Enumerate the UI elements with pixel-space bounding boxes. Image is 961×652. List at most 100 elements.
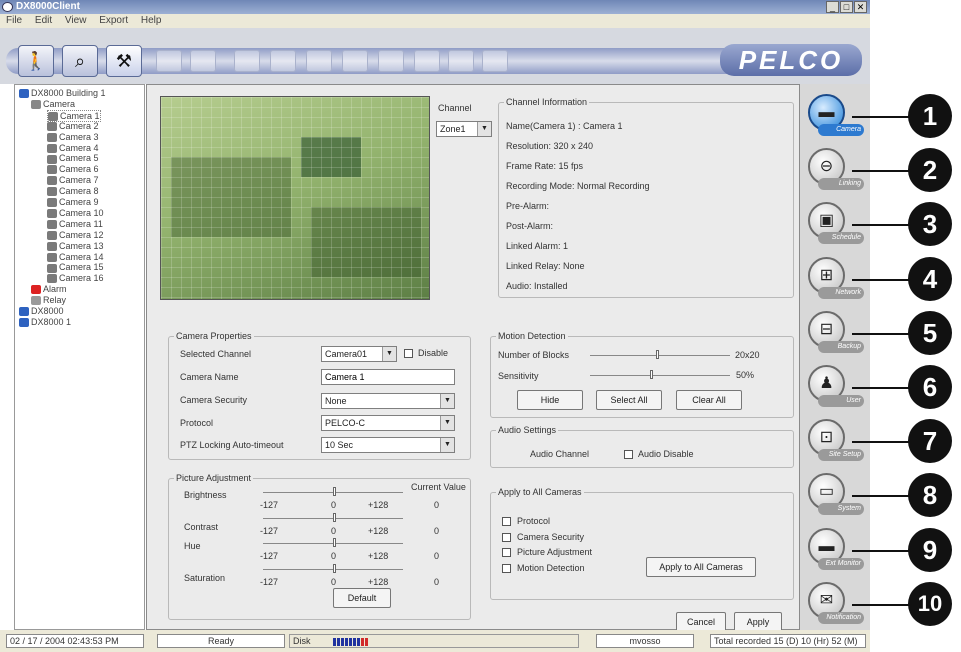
tree-camera-item[interactable]: Camera 2 xyxy=(47,121,99,131)
notification-button[interactable]: ✉ Notification xyxy=(806,581,864,632)
tree-camera-item[interactable]: Camera 11 xyxy=(47,219,103,229)
tree-camera-item[interactable]: Camera 9 xyxy=(47,197,99,208)
motion-grid[interactable] xyxy=(161,97,429,299)
sensitivity-label: Sensitivity xyxy=(498,371,539,381)
chevron-down-icon: ▼ xyxy=(477,122,491,136)
cancel-button[interactable]: Cancel xyxy=(676,612,726,632)
linking-button[interactable]: ⊖ Linking xyxy=(806,148,864,198)
audio-disable-checkbox[interactable] xyxy=(624,450,633,459)
picture-contrast-thumb[interactable] xyxy=(333,512,336,522)
picture-hue-thumb[interactable] xyxy=(333,538,336,547)
menu-help[interactable]: Help xyxy=(141,15,162,26)
picture-saturation-thumb[interactable] xyxy=(333,563,336,573)
tree-camera-item[interactable]: Camera 5 xyxy=(47,153,99,164)
tree-camera-item[interactable]: Camera 14 xyxy=(47,252,104,262)
tree-server-label: DX8000 1 xyxy=(31,316,72,327)
apply-motion-detection-checkbox[interactable] xyxy=(502,563,511,573)
menu-edit[interactable]: Edit xyxy=(35,15,52,26)
sensitivity-slider[interactable] xyxy=(590,375,730,376)
tree-camera-item[interactable]: Camera 7 xyxy=(47,175,99,186)
picture-min-label: -127 xyxy=(260,576,279,587)
picture-mid-label: 0 xyxy=(331,525,337,536)
badge-leader-line xyxy=(852,441,910,444)
menu-view[interactable]: View xyxy=(65,15,87,26)
tree-server[interactable]: DX8000 xyxy=(19,306,64,317)
picture-mid-label: 0 xyxy=(331,576,337,587)
schedule-button[interactable]: ▣ Schedule xyxy=(806,202,864,252)
tree-camera-group-label: Camera xyxy=(43,98,76,109)
status-ready: Ready xyxy=(157,634,285,648)
person-icon[interactable]: 🚶 xyxy=(18,45,54,77)
site-setup-button[interactable]: ⊡ Site Setup xyxy=(806,419,864,469)
blocks-slider-thumb[interactable] xyxy=(656,350,659,359)
camera-name-field[interactable]: Camera 1 xyxy=(321,369,455,385)
tree-camera-group[interactable]: Camera xyxy=(31,98,76,110)
tree-camera-item[interactable]: Camera 16 xyxy=(47,273,104,284)
backup-button[interactable]: ⊟ Backup xyxy=(806,310,864,361)
system-button[interactable]: ▭ System xyxy=(806,473,864,523)
tree-relay[interactable]: Relay xyxy=(31,295,66,306)
tree-alarm[interactable]: Alarm xyxy=(31,284,67,295)
tree-camera-item[interactable]: Camera 10 xyxy=(47,208,104,219)
maximize-button[interactable]: □ xyxy=(840,1,853,13)
channel-select[interactable]: Zone1 ▼ xyxy=(436,121,492,137)
badge-leader-line xyxy=(852,170,910,173)
apply-picture-adjustment-checkbox[interactable] xyxy=(502,548,511,557)
tree-camera-item[interactable]: Camera 13 xyxy=(47,241,104,251)
tree-root-icon xyxy=(19,89,29,99)
blocks-slider[interactable] xyxy=(590,355,730,356)
side-button-label: Linking xyxy=(818,178,864,191)
tree-camera-item[interactable]: Camera 3 xyxy=(47,132,99,142)
minimize-button[interactable]: _ xyxy=(826,1,839,13)
channel-info-line: Linked Relay: None xyxy=(506,261,585,271)
sensitivity-slider-thumb[interactable] xyxy=(650,370,653,379)
tree-camera-item-label: Camera 16 xyxy=(59,273,104,284)
layout-custom-icon xyxy=(378,50,404,72)
apply-camera-security-checkbox[interactable] xyxy=(502,532,511,542)
tree-camera-item[interactable]: Camera 12 xyxy=(47,230,104,240)
tree-camera-item[interactable]: Camera 15 xyxy=(47,262,104,273)
callout-badge: 4 xyxy=(908,256,952,301)
apply-all-title: Apply to All Cameras xyxy=(496,487,584,498)
channel-info-line: Frame Rate: 15 fps xyxy=(506,161,584,171)
tree-camera-item[interactable]: Camera 6 xyxy=(47,164,99,175)
network-button[interactable]: ⊞ Network xyxy=(806,256,864,307)
menu-export[interactable]: Export xyxy=(99,15,128,26)
picture-brightness-thumb[interactable] xyxy=(333,487,336,496)
select-all-button[interactable]: Select All xyxy=(596,390,662,410)
tree-camera-item-label: Camera 7 xyxy=(59,175,99,186)
chevron-down-icon: ▼ xyxy=(382,347,396,361)
close-button[interactable]: ✕ xyxy=(854,1,867,13)
protocol-select[interactable]: PELCO-C ▼ xyxy=(321,415,455,431)
tree-root-label: DX8000 Building 1 xyxy=(31,88,106,98)
disable-checkbox[interactable] xyxy=(404,349,413,358)
tools-icon[interactable]: ⚒ xyxy=(106,45,142,77)
tree-server[interactable]: DX8000 1 xyxy=(19,316,72,328)
menu-bar: File Edit View Export Help xyxy=(0,14,870,28)
tree-root[interactable]: DX8000 Building 1 xyxy=(19,88,106,99)
tree-camera-item[interactable]: Camera 4 xyxy=(47,143,99,153)
apply-all-cameras-button[interactable]: Apply to All Cameras xyxy=(646,557,756,577)
camera-security-select[interactable]: None ▼ xyxy=(321,393,455,409)
apply-protocol-checkbox[interactable] xyxy=(502,517,511,526)
camera-button[interactable]: ▬ Camera xyxy=(806,94,864,144)
device-tree[interactable]: DX8000 Building 1 Camera Camera 1 Camera 2C… xyxy=(14,84,145,630)
layout-4-icon xyxy=(270,50,296,72)
menu-file[interactable]: File xyxy=(6,15,22,26)
ptz-timeout-select[interactable]: 10 Sec ▼ xyxy=(321,437,455,453)
disk-usage-meter xyxy=(333,635,369,647)
sensitivity-value: 50% xyxy=(736,370,755,380)
selected-channel-select[interactable]: Camera01 ▼ xyxy=(321,346,397,362)
title-bar: DX8000Client xyxy=(0,0,870,14)
search-camera-icon[interactable]: ⌕ xyxy=(62,45,98,77)
hide-button[interactable]: Hide xyxy=(517,390,583,410)
tree-camera-item-label: Camera 9 xyxy=(59,197,99,207)
default-button[interactable]: Default xyxy=(333,588,391,608)
apply-option-label: Picture Adjustment xyxy=(517,547,593,557)
clear-all-button[interactable]: Clear All xyxy=(676,390,742,410)
tree-camera-item-icon xyxy=(47,154,57,164)
apply-button[interactable]: Apply xyxy=(734,612,782,632)
ext-monitor-button[interactable]: ▬ Ext Monitor xyxy=(806,527,864,578)
tree-camera-item[interactable]: Camera 8 xyxy=(47,186,99,197)
user-button[interactable]: ♟ User xyxy=(806,365,864,415)
